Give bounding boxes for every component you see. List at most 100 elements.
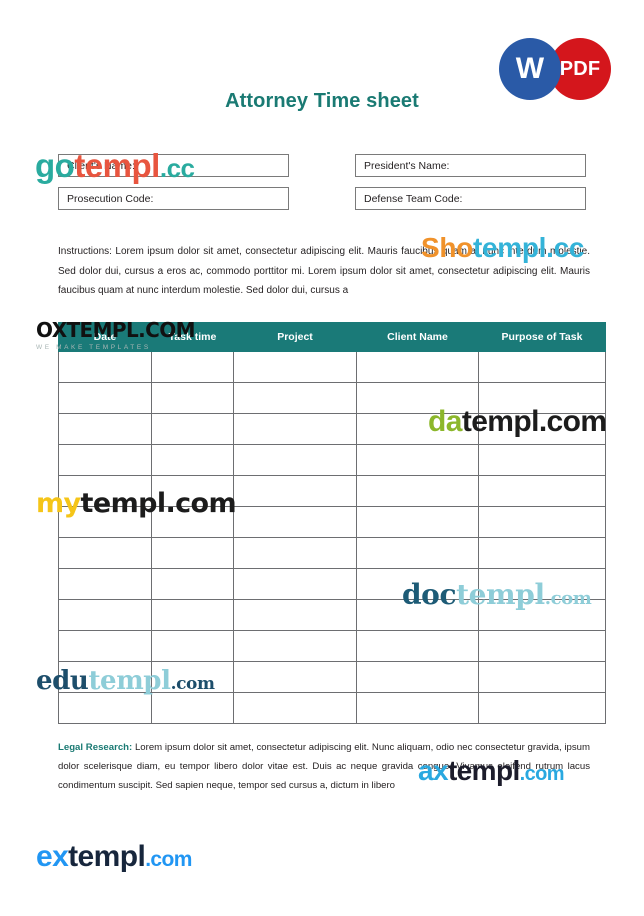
extempl-part-3: .com bbox=[145, 848, 192, 871]
prosecution-code-label: Prosecution Code: bbox=[67, 192, 154, 205]
table-cell[interactable] bbox=[356, 630, 479, 662]
table-cell[interactable] bbox=[233, 444, 357, 476]
table-cell[interactable] bbox=[356, 351, 479, 383]
legal-research-label: Legal Research: bbox=[58, 742, 133, 753]
pdf-badge-label: PDF bbox=[559, 57, 601, 80]
table-row bbox=[58, 537, 606, 569]
extempl-part-1: ex bbox=[36, 840, 69, 873]
table-cell[interactable] bbox=[478, 661, 606, 693]
table-cell[interactable] bbox=[151, 382, 234, 414]
table-cell[interactable] bbox=[356, 444, 479, 476]
legal-research-text: Lorem ipsum dolor sit amet, consectetur … bbox=[58, 742, 590, 792]
table-cell[interactable] bbox=[151, 413, 234, 445]
table-row bbox=[58, 599, 606, 631]
table-row bbox=[58, 351, 606, 383]
president-name-label: President's Name: bbox=[364, 159, 450, 172]
table-row bbox=[58, 475, 606, 507]
form-row-1: Client's Name: President's Name: bbox=[58, 154, 586, 177]
table-cell[interactable] bbox=[151, 568, 234, 600]
table-cell[interactable] bbox=[58, 568, 152, 600]
extempl-part-2: templ bbox=[68, 840, 146, 873]
table-header-row: Date Task time Project Client Name Purpo… bbox=[58, 322, 606, 352]
form-fields: Client's Name: President's Name: Prosecu… bbox=[58, 154, 586, 220]
table-row bbox=[58, 413, 606, 445]
table-cell[interactable] bbox=[233, 599, 357, 631]
table-cell[interactable] bbox=[478, 692, 606, 724]
table-cell[interactable] bbox=[151, 444, 234, 476]
table-cell[interactable] bbox=[151, 630, 234, 662]
table-cell[interactable] bbox=[58, 661, 152, 693]
table-cell[interactable] bbox=[58, 382, 152, 414]
table-cell[interactable] bbox=[233, 413, 357, 445]
column-header-purpose-of-task: Purpose of Task bbox=[478, 322, 606, 352]
table-cell[interactable] bbox=[478, 351, 606, 383]
table-row bbox=[58, 661, 606, 693]
table-cell[interactable] bbox=[233, 568, 357, 600]
defense-team-code-field[interactable]: Defense Team Code: bbox=[355, 187, 586, 210]
table-cell[interactable] bbox=[233, 382, 357, 414]
table-cell[interactable] bbox=[478, 568, 606, 600]
instructions-paragraph: Instructions: Lorem ipsum dolor sit amet… bbox=[58, 246, 590, 296]
table-cell[interactable] bbox=[58, 692, 152, 724]
table-cell[interactable] bbox=[151, 692, 234, 724]
table-cell[interactable] bbox=[478, 506, 606, 538]
table-cell[interactable] bbox=[356, 413, 479, 445]
table-cell[interactable] bbox=[58, 413, 152, 445]
table-row bbox=[58, 506, 606, 538]
table-cell[interactable] bbox=[233, 537, 357, 569]
table-cell[interactable] bbox=[356, 599, 479, 631]
table-cell[interactable] bbox=[478, 382, 606, 414]
column-header-client-name: Client Name bbox=[356, 322, 479, 352]
table-row bbox=[58, 630, 606, 662]
defense-team-code-label: Defense Team Code: bbox=[364, 192, 463, 205]
table-cell[interactable] bbox=[478, 630, 606, 662]
table-row bbox=[58, 382, 606, 414]
table-cell[interactable] bbox=[233, 506, 357, 538]
column-header-date: Date bbox=[58, 322, 152, 352]
table-cell[interactable] bbox=[58, 506, 152, 538]
table-cell[interactable] bbox=[356, 382, 479, 414]
table-cell[interactable] bbox=[233, 692, 357, 724]
table-cell[interactable] bbox=[151, 599, 234, 631]
table-cell[interactable] bbox=[478, 537, 606, 569]
table-cell[interactable] bbox=[151, 506, 234, 538]
word-format-badge[interactable]: W bbox=[499, 38, 561, 100]
table-cell[interactable] bbox=[233, 630, 357, 662]
table-cell[interactable] bbox=[58, 351, 152, 383]
table-cell[interactable] bbox=[58, 444, 152, 476]
table-cell[interactable] bbox=[58, 599, 152, 631]
table-cell[interactable] bbox=[233, 475, 357, 507]
client-name-field[interactable]: Client's Name: bbox=[58, 154, 289, 177]
table-row bbox=[58, 568, 606, 600]
table-cell[interactable] bbox=[58, 630, 152, 662]
column-header-task-time: Task time bbox=[151, 322, 234, 352]
table-cell[interactable] bbox=[233, 661, 357, 693]
table-cell[interactable] bbox=[478, 599, 606, 631]
table-cell[interactable] bbox=[356, 506, 479, 538]
table-row bbox=[58, 692, 606, 724]
extempl-watermark: extempl.com bbox=[36, 840, 192, 874]
table-cell[interactable] bbox=[478, 444, 606, 476]
table-cell[interactable] bbox=[478, 413, 606, 445]
table-row bbox=[58, 444, 606, 476]
table-cell[interactable] bbox=[151, 661, 234, 693]
table-cell[interactable] bbox=[356, 568, 479, 600]
table-cell[interactable] bbox=[151, 537, 234, 569]
timesheet-table-body bbox=[58, 351, 606, 724]
table-cell[interactable] bbox=[356, 692, 479, 724]
president-name-field[interactable]: President's Name: bbox=[355, 154, 586, 177]
timesheet-table-head: Date Task time Project Client Name Purpo… bbox=[58, 322, 606, 352]
table-cell[interactable] bbox=[58, 475, 152, 507]
prosecution-code-field[interactable]: Prosecution Code: bbox=[58, 187, 289, 210]
table-cell[interactable] bbox=[151, 475, 234, 507]
form-row-2: Prosecution Code: Defense Team Code: bbox=[58, 187, 586, 210]
document-page: W PDF Attorney Time sheet Client's Name:… bbox=[0, 0, 644, 916]
table-cell[interactable] bbox=[58, 537, 152, 569]
table-cell[interactable] bbox=[356, 661, 479, 693]
table-cell[interactable] bbox=[356, 537, 479, 569]
table-cell[interactable] bbox=[151, 351, 234, 383]
column-header-project: Project bbox=[233, 322, 357, 352]
table-cell[interactable] bbox=[478, 475, 606, 507]
table-cell[interactable] bbox=[356, 475, 479, 507]
table-cell[interactable] bbox=[233, 351, 357, 383]
